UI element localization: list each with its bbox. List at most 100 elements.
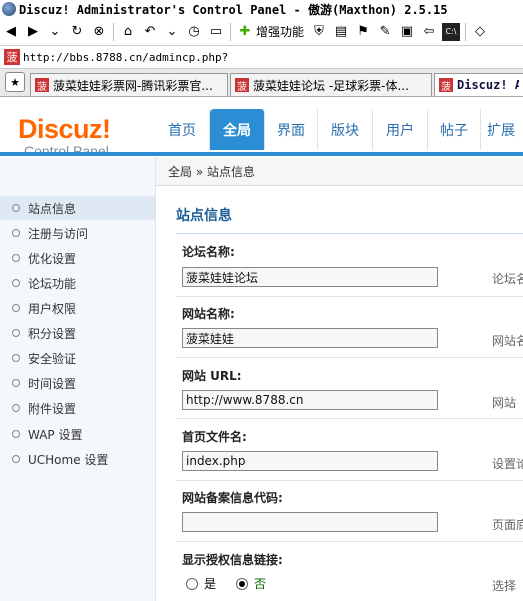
radio-no[interactable] bbox=[236, 577, 249, 590]
nav-forums[interactable]: 版块 bbox=[318, 109, 373, 150]
nav-home[interactable]: 首页 bbox=[155, 109, 210, 150]
nav-global[interactable]: 全局 bbox=[210, 109, 265, 150]
bullet-icon bbox=[12, 229, 20, 237]
clock-icon[interactable]: ◷ bbox=[185, 23, 203, 41]
radio-no-label[interactable]: 否 bbox=[254, 575, 266, 592]
tab-bar: ★ 菠 菠菜娃娃彩票网-腾讯彩票官... 菠 菠菜娃娃论坛 -足球彩票-体...… bbox=[0, 69, 523, 97]
back-icon[interactable]: ◀ bbox=[2, 23, 20, 41]
stop-icon[interactable]: ⊗ bbox=[90, 23, 108, 41]
sidebar-item-register[interactable]: 注册与访问 bbox=[0, 221, 155, 245]
row-divider bbox=[176, 480, 523, 481]
sidebar-item-site-info[interactable]: 站点信息 bbox=[0, 196, 155, 220]
site-favicon-icon: 菠 bbox=[35, 78, 49, 93]
undo-icon[interactable]: ↶ bbox=[141, 23, 159, 41]
site-name-input[interactable]: 菠菜娃娃 bbox=[182, 328, 438, 348]
toolbar-divider bbox=[113, 22, 114, 41]
tab-1[interactable]: 菠 菠菜娃娃彩票网-腾讯彩票官... bbox=[30, 73, 228, 96]
forum-name-note: 论坛名 bbox=[492, 272, 523, 286]
nav-interface[interactable]: 界面 bbox=[265, 109, 318, 150]
dropdown-icon[interactable]: ⌄ bbox=[46, 23, 64, 41]
refresh-icon[interactable]: ↻ bbox=[68, 23, 86, 41]
index-file-input[interactable]: index.php bbox=[182, 451, 438, 471]
site-url-note: 网站 bbox=[492, 396, 517, 410]
radio-yes-label[interactable]: 是 bbox=[204, 575, 216, 592]
radio-yes[interactable] bbox=[186, 577, 198, 590]
input-value: 菠菜娃娃 bbox=[186, 331, 235, 346]
tab-2[interactable]: 菠 菠菜娃娃论坛 -足球彩票-体... bbox=[230, 73, 432, 96]
nav-label: 版块 bbox=[331, 122, 359, 139]
tab-3[interactable]: 菠 Discuz! Ad bbox=[434, 73, 523, 96]
sidebar-item-credits[interactable]: 积分设置 bbox=[0, 321, 155, 345]
sidebar-item-uchome[interactable]: UCHome 设置 bbox=[0, 447, 155, 471]
index-file-label: 首页文件名: bbox=[182, 430, 247, 444]
bookmark-icon[interactable]: ⚑ bbox=[354, 23, 372, 41]
forum-name-input[interactable]: 菠菜娃娃论坛 bbox=[182, 267, 438, 287]
nav-users[interactable]: 用户 bbox=[373, 109, 428, 150]
nav-posts[interactable]: 帖子 bbox=[428, 109, 481, 150]
site-favicon-icon: 菠 bbox=[4, 49, 20, 65]
index-file-note: 设置论 bbox=[492, 457, 523, 471]
sidebar-item-security[interactable]: 安全验证 bbox=[0, 346, 155, 370]
cmd-icon[interactable]: C:\ bbox=[442, 22, 461, 41]
document-icon[interactable]: ▤ bbox=[332, 23, 350, 41]
window-icon[interactable]: ▭ bbox=[207, 23, 225, 41]
bullet-icon bbox=[12, 354, 20, 362]
tab-label: 菠菜娃娃论坛 -足球彩票-体... bbox=[253, 78, 409, 93]
maxthon-icon bbox=[2, 2, 16, 16]
diamond-icon[interactable]: ◇ bbox=[471, 23, 489, 41]
sidebar-item-forum-features[interactable]: 论坛功能 bbox=[0, 271, 155, 295]
dropdown-icon[interactable]: ⌄ bbox=[163, 23, 181, 41]
sidebar-item-label: 安全验证 bbox=[28, 351, 77, 366]
sidebar-item-optimize[interactable]: 优化设置 bbox=[0, 246, 155, 270]
toolbar-divider bbox=[465, 22, 467, 41]
image-icon[interactable]: ▣ bbox=[398, 23, 416, 41]
sidebar-item-attachments[interactable]: 附件设置 bbox=[0, 396, 155, 420]
url-input[interactable]: http://bbs.8788.cn/admincp.php? bbox=[23, 51, 228, 64]
plus-icon[interactable]: ✚ bbox=[236, 23, 254, 41]
breadcrumb: 全局 » 站点信息 bbox=[156, 157, 523, 186]
nav-label: 帖子 bbox=[440, 122, 468, 139]
row-divider bbox=[176, 357, 523, 358]
bullet-icon bbox=[12, 204, 20, 212]
nav-label: 扩展 bbox=[487, 122, 515, 139]
nav-label: 用户 bbox=[386, 122, 414, 139]
home-icon[interactable]: ⌂ bbox=[119, 23, 137, 41]
star-icon[interactable]: ★ bbox=[5, 72, 25, 92]
nav-label: 界面 bbox=[277, 122, 305, 139]
toolbar-divider bbox=[230, 22, 231, 41]
icp-code-input[interactable] bbox=[182, 512, 438, 532]
site-url-input[interactable]: http://www.8788.cn bbox=[182, 390, 438, 410]
icp-code-note: 页面底 bbox=[492, 518, 523, 532]
shield-icon[interactable]: ⛨ bbox=[310, 23, 328, 41]
sidebar-item-label: 论坛功能 bbox=[28, 276, 77, 291]
sidebar-item-time[interactable]: 时间设置 bbox=[0, 371, 155, 395]
bullet-icon bbox=[12, 254, 20, 262]
nav-extensions[interactable]: 扩展 bbox=[481, 109, 523, 150]
site-url-label: 网站 URL: bbox=[182, 369, 242, 383]
section-divider bbox=[176, 233, 523, 234]
edit-icon[interactable]: ✎ bbox=[376, 23, 394, 41]
nav-label: 全局 bbox=[223, 122, 251, 139]
license-link-note: 选择 bbox=[492, 579, 517, 593]
bullet-icon bbox=[12, 455, 20, 463]
sidebar-item-label: 积分设置 bbox=[28, 326, 77, 341]
input-value: 菠菜娃娃论坛 bbox=[186, 270, 259, 285]
row-divider bbox=[176, 296, 523, 297]
forward-icon[interactable]: ▶ bbox=[24, 23, 42, 41]
bullet-icon bbox=[12, 379, 20, 387]
sidebar-item-label: 站点信息 bbox=[28, 201, 77, 216]
input-value: http://www.8788.cn bbox=[186, 393, 304, 407]
sidebar-item-permissions[interactable]: 用户权限 bbox=[0, 296, 155, 320]
window-titlebar: Discuz! Administrator's Control Panel - … bbox=[0, 0, 523, 18]
bullet-icon bbox=[12, 279, 20, 287]
section-title: 站点信息 bbox=[176, 208, 232, 224]
sidebar-item-wap[interactable]: WAP 设置 bbox=[0, 422, 155, 446]
bullet-icon bbox=[12, 404, 20, 412]
enhance-button[interactable]: 增强功能 bbox=[256, 23, 304, 40]
sidebar-item-label: UCHome 设置 bbox=[28, 452, 109, 467]
forum-name-label: 论坛名称: bbox=[182, 245, 235, 259]
tab-label: 菠菜娃娃彩票网-腾讯彩票官... bbox=[53, 78, 213, 93]
breadcrumb-text: 全局 » 站点信息 bbox=[168, 164, 255, 179]
sidebar-item-label: 注册与访问 bbox=[28, 226, 89, 241]
exit-icon[interactable]: ⇦ bbox=[420, 23, 438, 41]
